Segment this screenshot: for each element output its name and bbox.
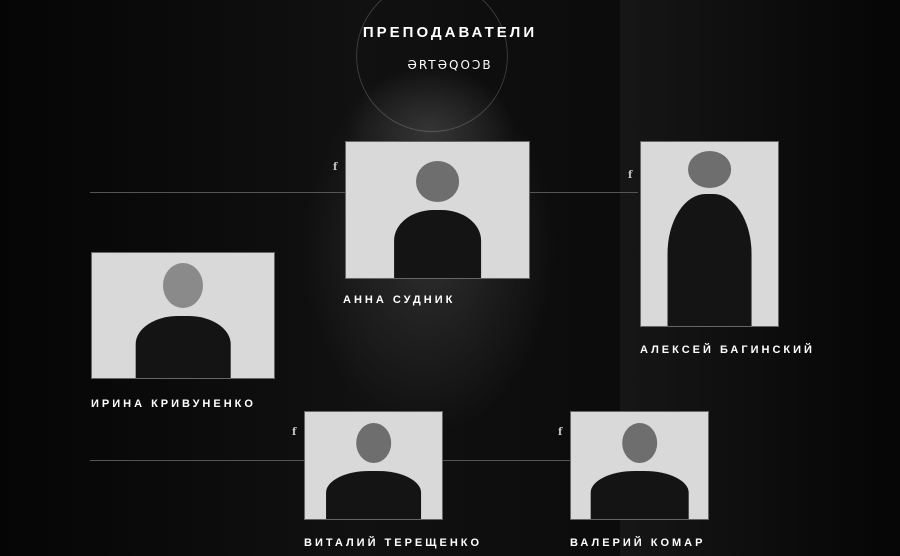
teacher-photo[interactable] [640,141,779,327]
teacher-photo[interactable] [345,141,530,279]
teacher-name[interactable]: ИРИНА КРИВУНЕНКО [91,398,256,410]
brand-logo: ƏRTƏQOƆB [407,58,493,72]
portrait-head [162,263,204,308]
portrait-head [687,151,732,188]
teacher-name[interactable]: АННА СУДНИК [343,294,455,306]
facebook-icon[interactable]: f [558,427,562,438]
page-title: ПРЕПОДАВАТЕЛИ [362,24,538,41]
facebook-icon[interactable]: f [292,427,296,438]
portrait-body [325,470,422,519]
portrait-head [355,422,392,464]
teacher-name[interactable]: ВАЛЕРИЙ КОМАР [570,537,705,549]
portrait-head [415,161,460,202]
portrait-body [590,470,689,519]
teacher-name[interactable]: ВИТАЛИЙ ТЕРЕЩЕНКО [304,537,482,549]
portrait-body [393,210,482,278]
facebook-icon[interactable]: f [333,162,337,173]
teacher-photo[interactable] [91,252,275,379]
teacher-name[interactable]: АЛЕКСЕЙ БАГИНСКИЙ [640,344,815,356]
facebook-icon[interactable]: f [628,170,632,181]
portrait-head [621,422,658,464]
portrait-body [667,193,752,326]
teacher-photo[interactable] [570,411,709,520]
portrait-body [135,315,231,378]
teacher-photo[interactable] [304,411,443,520]
